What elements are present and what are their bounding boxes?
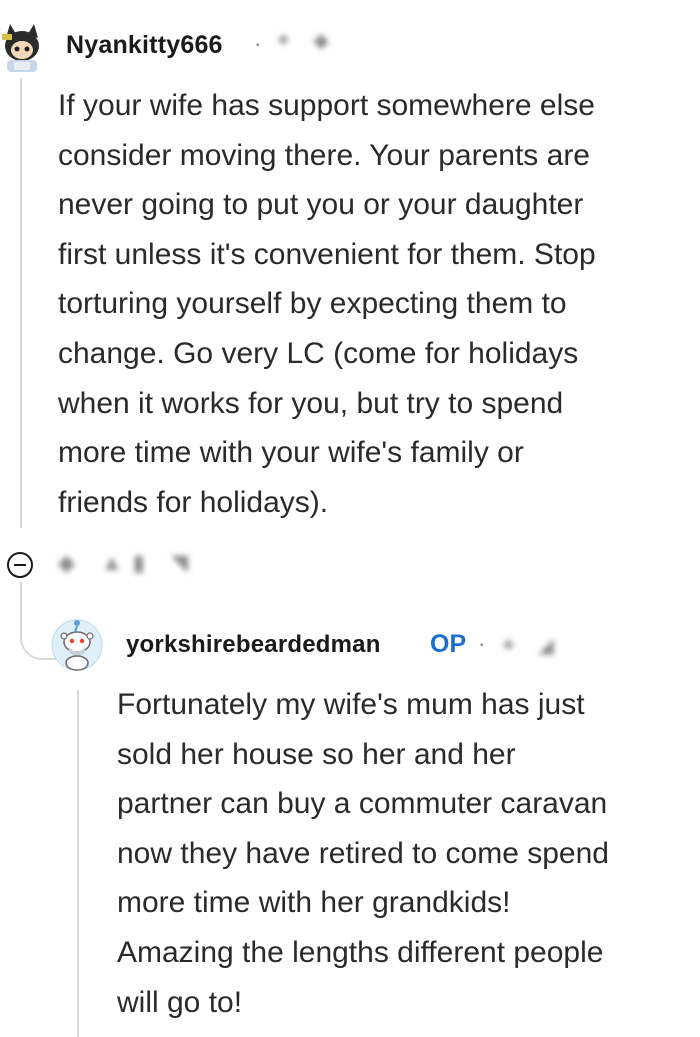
reply-body: Fortunately my wife's mum has just sold … xyxy=(117,688,609,1019)
cat-avatar-icon xyxy=(0,20,44,72)
comment-author[interactable]: Nyankitty666 xyxy=(66,31,223,60)
snoo-avatar-icon xyxy=(51,619,103,671)
user-avatar[interactable] xyxy=(0,20,44,72)
user-avatar[interactable] xyxy=(51,616,103,674)
comment-actions-blurred: ◆ ▲▮ ◥ xyxy=(58,550,198,575)
meta-separator: · xyxy=(254,31,262,56)
thread-line-reply[interactable] xyxy=(77,690,79,1037)
collapse-thread-button[interactable] xyxy=(7,552,33,578)
op-badge: OP xyxy=(430,630,467,658)
reply-author[interactable]: yorkshirebeardedman xyxy=(126,631,381,659)
reply-timestamp-blurred: ✦ ◢ xyxy=(500,635,562,657)
comment-timestamp-blurred: ✦ ◆ xyxy=(275,30,337,52)
meta-separator: · xyxy=(478,631,486,656)
thread-line-main[interactable] xyxy=(20,78,22,528)
comment-body: If your wife has support somewhere else … xyxy=(58,89,596,519)
